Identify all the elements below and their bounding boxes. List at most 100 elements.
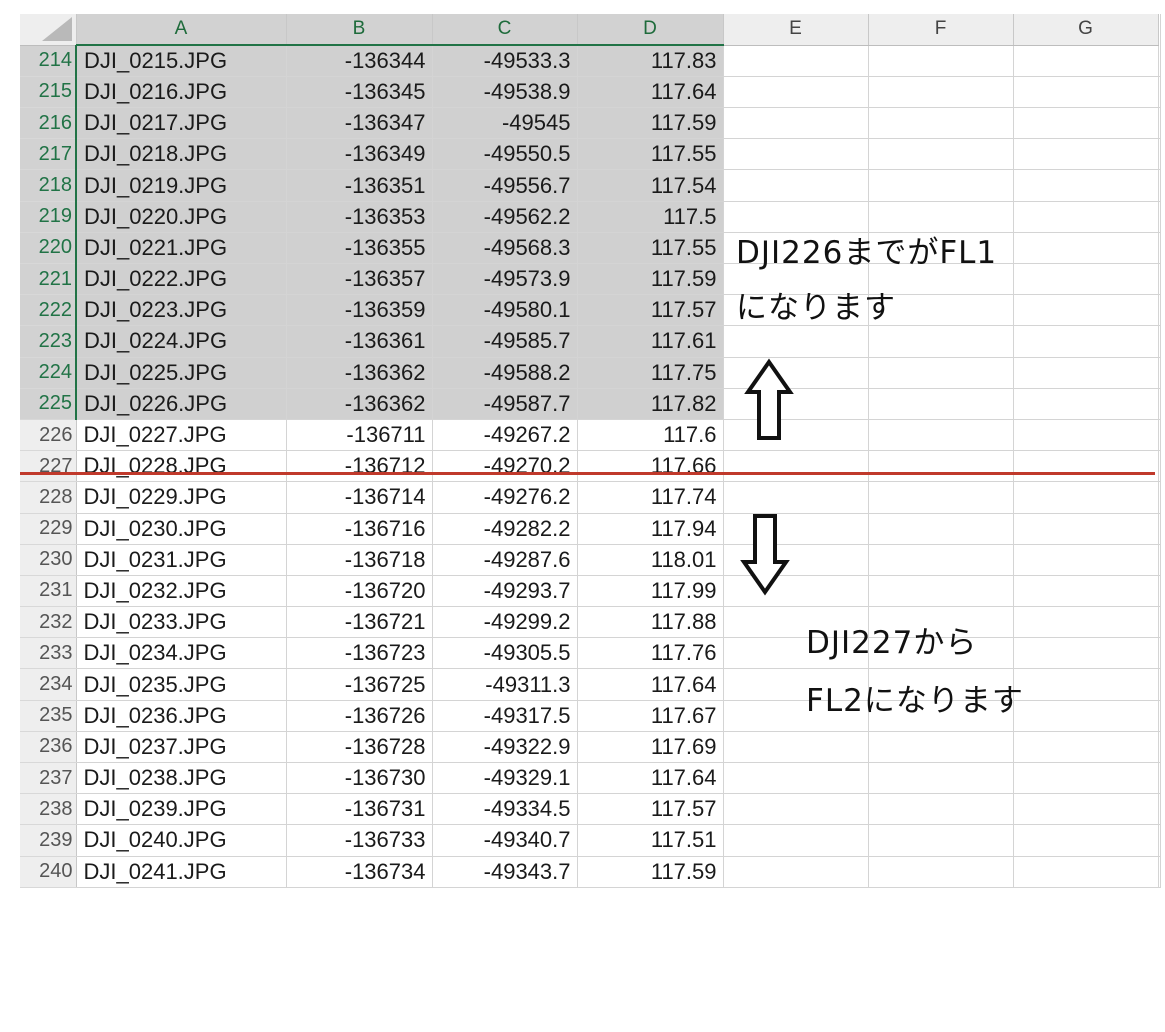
cell-y[interactable]: -49299.2: [432, 606, 578, 639]
row-header[interactable]: 219: [20, 201, 77, 233]
cell-g[interactable]: [1013, 419, 1159, 452]
row-header[interactable]: 224: [20, 357, 77, 389]
cell-f[interactable]: [868, 107, 1014, 140]
cell-y[interactable]: -49556.7: [432, 169, 578, 202]
cell-z[interactable]: 117.54: [577, 169, 724, 202]
cell-y[interactable]: -49587.7: [432, 388, 578, 420]
cell-z[interactable]: 117.57: [577, 793, 724, 826]
cell-f[interactable]: [868, 824, 1014, 857]
row-header[interactable]: 220: [20, 232, 77, 265]
cell-y[interactable]: -49550.5: [432, 138, 578, 171]
cell-z[interactable]: 117.6: [577, 419, 724, 452]
cell-z[interactable]: 117.69: [577, 731, 724, 764]
cell-z[interactable]: 117.88: [577, 606, 724, 639]
cell-y[interactable]: -49588.2: [432, 357, 578, 389]
cell-g[interactable]: [1013, 544, 1159, 576]
cell-y[interactable]: -49282.2: [432, 513, 578, 545]
cell-g[interactable]: [1013, 450, 1159, 483]
cell-e[interactable]: [723, 138, 869, 171]
row-header[interactable]: 217: [20, 138, 77, 171]
cell-x[interactable]: -136357: [286, 263, 433, 296]
cell-z[interactable]: 117.5: [577, 201, 724, 233]
cell-g[interactable]: [1013, 731, 1159, 764]
cell-g[interactable]: [1013, 201, 1159, 233]
cell-g[interactable]: [1013, 325, 1159, 358]
row-header[interactable]: 238: [20, 793, 77, 826]
cell-y[interactable]: -49322.9: [432, 731, 578, 764]
cell-z[interactable]: 117.75: [577, 357, 724, 389]
cell-z[interactable]: 117.55: [577, 232, 724, 265]
cell-filename[interactable]: DJI_0229.JPG: [76, 481, 287, 514]
cell-filename[interactable]: DJI_0226.JPG: [76, 388, 287, 420]
cell-z[interactable]: 117.67: [577, 700, 724, 732]
row-header[interactable]: 229: [20, 513, 77, 545]
cell-filename[interactable]: DJI_0221.JPG: [76, 232, 287, 265]
cell-y[interactable]: -49329.1: [432, 762, 578, 795]
column-header-e[interactable]: E: [723, 14, 869, 46]
cell-z[interactable]: 118.01: [577, 544, 724, 576]
cell-y[interactable]: -49573.9: [432, 263, 578, 296]
row-header[interactable]: 215: [20, 76, 77, 109]
row-header[interactable]: 214: [20, 45, 77, 77]
cell-z[interactable]: 117.66: [577, 450, 724, 483]
cell-g[interactable]: [1013, 76, 1159, 109]
row-header[interactable]: 239: [20, 824, 77, 857]
row-header[interactable]: 216: [20, 107, 77, 140]
cell-x[interactable]: -136720: [286, 575, 433, 608]
cell-filename[interactable]: DJI_0216.JPG: [76, 76, 287, 109]
column-header-a[interactable]: A: [76, 14, 287, 47]
cell-z[interactable]: 117.82: [577, 388, 724, 420]
cell-y[interactable]: -49334.5: [432, 793, 578, 826]
cell-filename[interactable]: DJI_0234.JPG: [76, 637, 287, 670]
cell-f[interactable]: [868, 513, 1014, 545]
cell-y[interactable]: -49317.5: [432, 700, 578, 732]
cell-x[interactable]: -136353: [286, 201, 433, 233]
cell-z[interactable]: 117.99: [577, 575, 724, 608]
cell-x[interactable]: -136730: [286, 762, 433, 795]
cell-z[interactable]: 117.59: [577, 107, 724, 140]
cell-filename[interactable]: DJI_0228.JPG: [76, 450, 287, 483]
cell-filename[interactable]: DJI_0239.JPG: [76, 793, 287, 826]
row-header[interactable]: 236: [20, 731, 77, 764]
row-header[interactable]: 231: [20, 575, 77, 608]
row-header[interactable]: 230: [20, 544, 77, 576]
cell-z[interactable]: 117.94: [577, 513, 724, 545]
cell-filename[interactable]: DJI_0215.JPG: [76, 45, 287, 77]
cell-filename[interactable]: DJI_0240.JPG: [76, 824, 287, 857]
cell-y[interactable]: -49276.2: [432, 481, 578, 514]
cell-g[interactable]: [1013, 263, 1159, 296]
row-header[interactable]: 228: [20, 481, 77, 514]
cell-x[interactable]: -136733: [286, 824, 433, 857]
cell-filename[interactable]: DJI_0220.JPG: [76, 201, 287, 233]
cell-y[interactable]: -49568.3: [432, 232, 578, 265]
cell-z[interactable]: 117.51: [577, 824, 724, 857]
cell-x[interactable]: -136711: [286, 419, 433, 452]
cell-y[interactable]: -49287.6: [432, 544, 578, 576]
cell-y[interactable]: -49343.7: [432, 856, 578, 888]
cell-y[interactable]: -49267.2: [432, 419, 578, 452]
cell-x[interactable]: -136718: [286, 544, 433, 576]
cell-z[interactable]: 117.76: [577, 637, 724, 670]
cell-g[interactable]: [1013, 575, 1159, 608]
cell-x[interactable]: -136355: [286, 232, 433, 265]
cell-e[interactable]: [723, 450, 869, 483]
cell-x[interactable]: -136361: [286, 325, 433, 358]
cell-e[interactable]: [723, 824, 869, 857]
cell-filename[interactable]: DJI_0224.JPG: [76, 325, 287, 358]
row-header[interactable]: 218: [20, 169, 77, 202]
row-header[interactable]: 222: [20, 294, 77, 327]
cell-x[interactable]: -136362: [286, 388, 433, 420]
cell-f[interactable]: [868, 450, 1014, 483]
cell-y[interactable]: -49538.9: [432, 76, 578, 109]
cell-f[interactable]: [868, 544, 1014, 576]
cell-g[interactable]: [1013, 138, 1159, 171]
cell-e[interactable]: [723, 481, 869, 514]
cell-g[interactable]: [1013, 606, 1159, 639]
cell-filename[interactable]: DJI_0218.JPG: [76, 138, 287, 171]
cell-x[interactable]: -136725: [286, 668, 433, 701]
cell-filename[interactable]: DJI_0236.JPG: [76, 700, 287, 732]
row-header[interactable]: 240: [20, 856, 77, 888]
cell-y[interactable]: -49585.7: [432, 325, 578, 358]
cell-x[interactable]: -136351: [286, 169, 433, 202]
cell-x[interactable]: -136726: [286, 700, 433, 732]
